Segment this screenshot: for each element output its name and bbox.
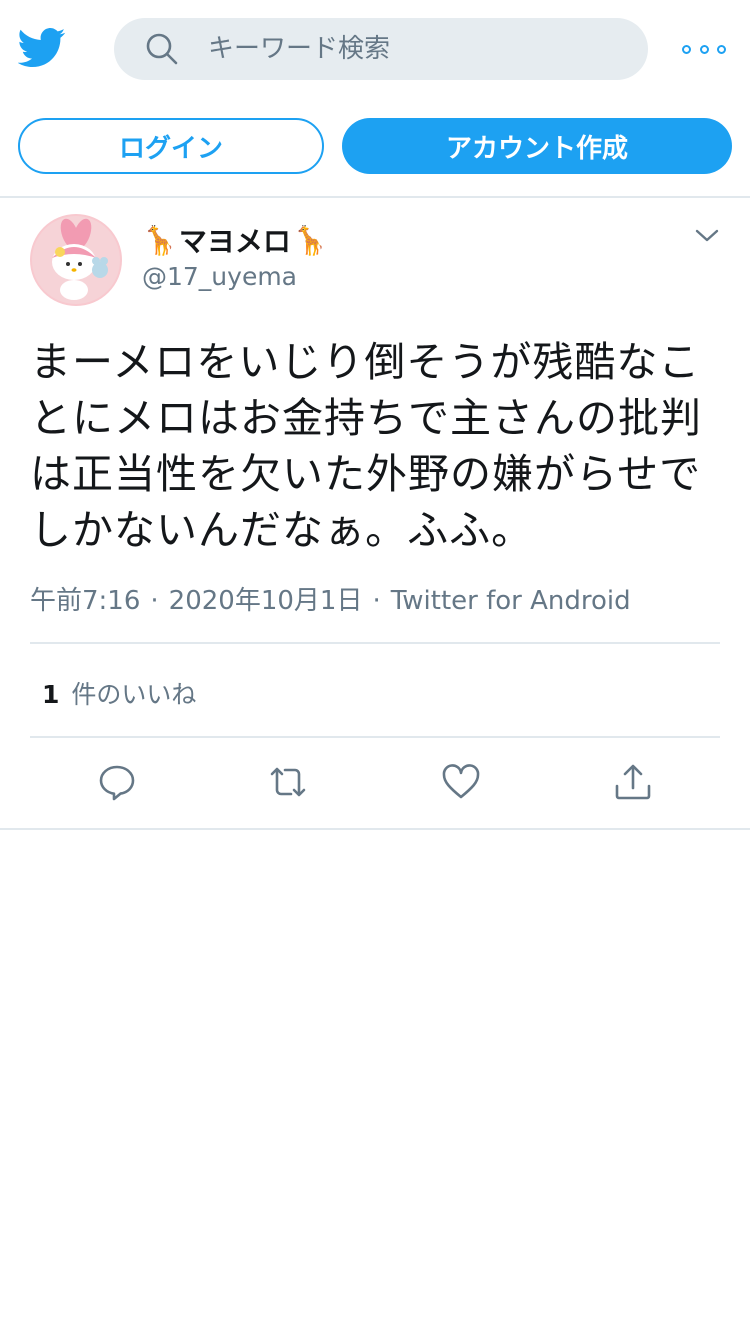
meta-divider xyxy=(30,642,720,644)
tweet-meta: 午前7:16 · 2020年10月1日 · Twitter for Android xyxy=(30,580,631,617)
search-input[interactable] xyxy=(206,33,590,65)
tweet-time[interactable]: 午前7:16 xyxy=(30,586,140,616)
share-icon[interactable] xyxy=(613,762,653,802)
like-icon[interactable] xyxy=(441,762,481,802)
twitter-bird-icon[interactable] xyxy=(17,28,66,68)
tweet-source[interactable]: Twitter for Android xyxy=(391,586,631,616)
likes-divider xyxy=(30,736,720,738)
tweet-bottom-divider xyxy=(0,828,750,830)
login-button[interactable]: ログイン xyxy=(18,118,324,174)
likes-label: 件のいいね xyxy=(71,680,197,709)
likes-count: 1 xyxy=(42,680,60,709)
meta-separator: · xyxy=(150,586,159,616)
search-icon xyxy=(144,31,180,67)
retweet-icon[interactable] xyxy=(268,762,308,802)
avatar[interactable] xyxy=(30,214,122,306)
tweet-date[interactable]: 2020年10月1日 xyxy=(169,586,363,616)
search-bar[interactable] xyxy=(114,18,648,80)
more-dots-icon[interactable] xyxy=(682,40,726,58)
chevron-down-icon[interactable] xyxy=(694,226,720,246)
signup-button[interactable]: アカウント作成 xyxy=(342,118,732,174)
likes-summary[interactable]: 1 件のいいね xyxy=(42,675,196,711)
header-divider xyxy=(0,196,750,198)
author-handle[interactable]: @17_uyema xyxy=(142,262,297,291)
display-name[interactable]: 🦒 マヨメロ 🦒 xyxy=(142,220,328,260)
author-name: マヨメロ xyxy=(178,225,291,258)
giraffe-emoji: 🦒 xyxy=(292,223,328,257)
meta-separator: · xyxy=(372,586,381,616)
giraffe-emoji: 🦒 xyxy=(142,223,177,257)
tweet-text: まーメロをいじり倒そうが残酷なことにメロはお金持ちで主さんの批判は正当性を欠いた… xyxy=(30,338,702,554)
reply-icon[interactable] xyxy=(97,762,137,802)
